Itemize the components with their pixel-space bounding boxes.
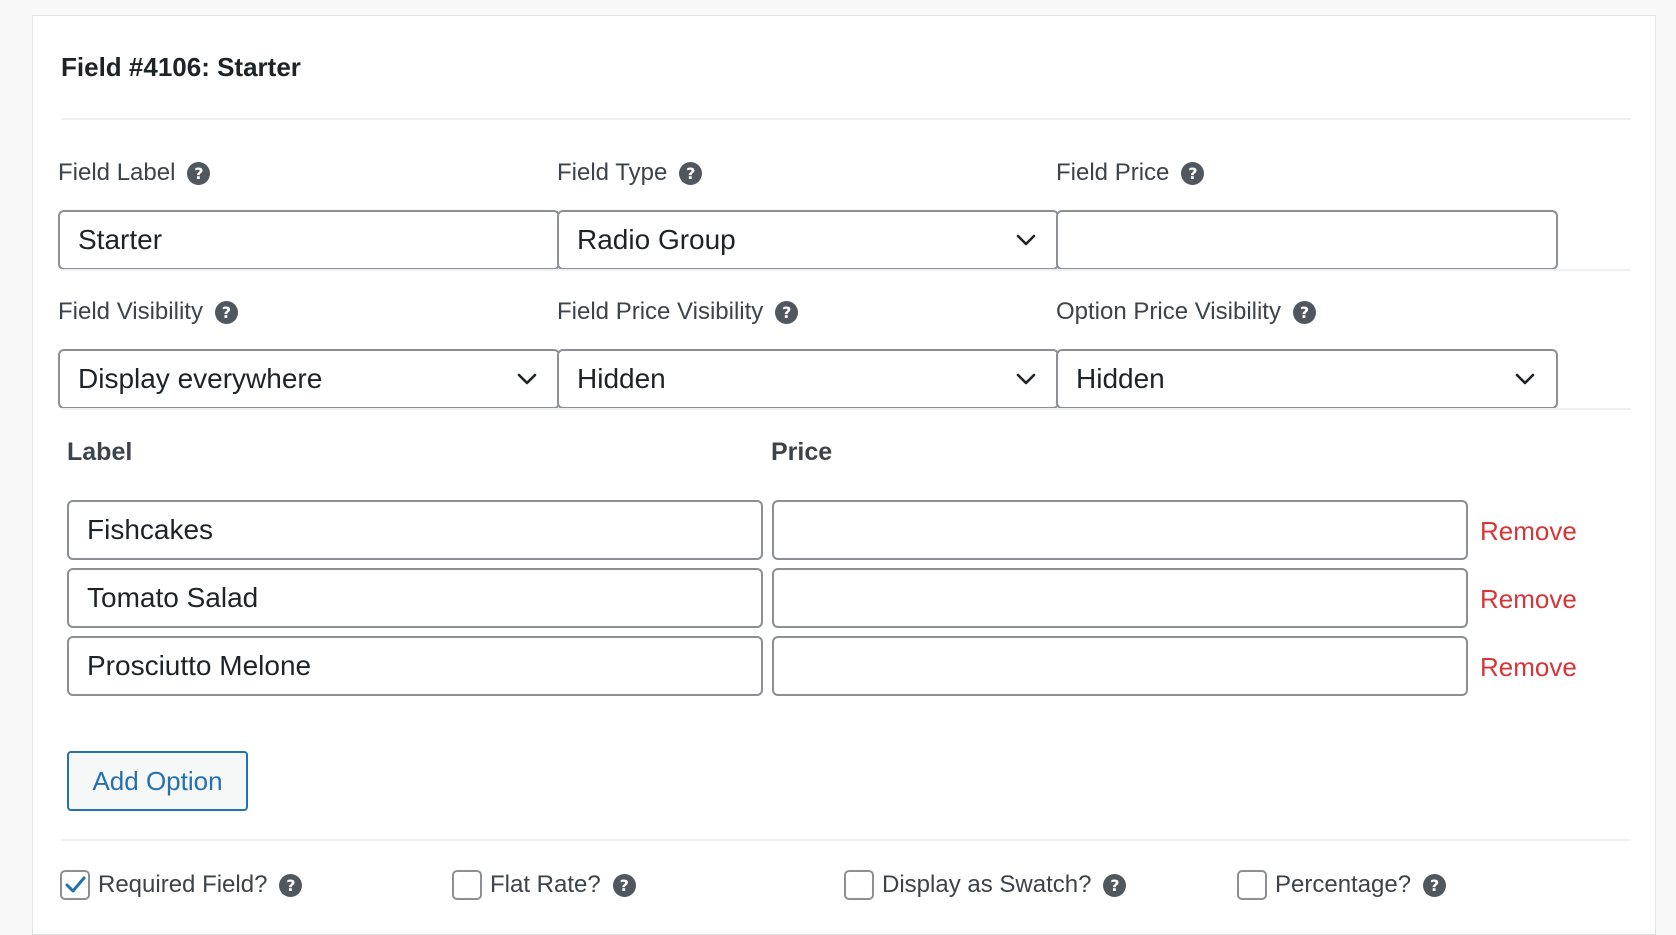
option-row: Fishcakes Remove xyxy=(67,500,1627,560)
chevron-down-icon xyxy=(1016,234,1036,246)
field-type-select[interactable]: Radio Group xyxy=(557,210,1059,270)
option-price-input[interactable] xyxy=(772,568,1468,628)
flat-rate-label: Flat Rate? xyxy=(490,871,601,898)
field-price-visibility-value: Hidden xyxy=(577,363,666,394)
field-price-visibility-caption: Field Price Visibility ? xyxy=(557,297,1059,327)
percentage-checkbox-group: Percentage? ? xyxy=(1237,870,1447,900)
field-label-caption-text: Field Label xyxy=(58,159,176,186)
field-editor-panel: Field #4106: Starter Field Label ? Start… xyxy=(32,15,1656,935)
chevron-down-icon xyxy=(517,373,537,385)
options-label-header: Label xyxy=(67,438,133,466)
help-icon[interactable]: ? xyxy=(1423,873,1447,897)
option-price-input[interactable] xyxy=(772,500,1468,560)
field-price-visibility-select[interactable]: Hidden xyxy=(557,349,1059,409)
add-option-button[interactable]: Add Option xyxy=(67,751,248,811)
help-icon[interactable]: ? xyxy=(1103,873,1127,897)
field-price-caption: Field Price ? xyxy=(1056,158,1558,188)
required-field-label: Required Field? xyxy=(98,871,268,898)
option-price-input[interactable] xyxy=(772,636,1468,696)
options-price-header: Price xyxy=(771,438,833,466)
divider xyxy=(61,269,1631,271)
display-as-swatch-label: Display as Swatch? xyxy=(882,871,1092,898)
checkmark-icon xyxy=(65,876,86,893)
required-field-checkbox[interactable] xyxy=(60,870,90,900)
field-price-visibility-caption-text: Field Price Visibility xyxy=(557,298,764,325)
option-price-visibility-value: Hidden xyxy=(1076,363,1165,394)
divider xyxy=(61,839,1631,841)
help-icon[interactable]: ? xyxy=(187,161,211,185)
field-visibility-select[interactable]: Display everywhere xyxy=(58,349,560,409)
field-visibility-group: Field Visibility ? Display everywhere xyxy=(58,297,560,409)
field-price-group: Field Price ? xyxy=(1056,158,1558,270)
field-label-input[interactable]: Starter xyxy=(58,210,560,270)
option-price-visibility-select[interactable]: Hidden xyxy=(1056,349,1558,409)
field-visibility-value: Display everywhere xyxy=(78,363,323,394)
field-type-caption: Field Type ? xyxy=(557,158,1059,188)
help-icon[interactable]: ? xyxy=(775,300,799,324)
percentage-checkbox[interactable] xyxy=(1237,870,1267,900)
divider xyxy=(61,408,1631,410)
help-icon[interactable]: ? xyxy=(1292,300,1316,324)
percentage-label: Percentage? xyxy=(1275,871,1412,898)
option-price-visibility-group: Option Price Visibility ? Hidden xyxy=(1056,297,1558,409)
option-price-visibility-caption: Option Price Visibility ? xyxy=(1056,297,1558,327)
field-title: Field #4106: Starter xyxy=(61,52,301,82)
remove-option-link[interactable]: Remove xyxy=(1480,584,1577,615)
help-icon[interactable]: ? xyxy=(214,300,238,324)
field-price-input[interactable] xyxy=(1056,210,1558,270)
field-type-value: Radio Group xyxy=(577,224,736,255)
chevron-down-icon xyxy=(1515,373,1535,385)
help-icon[interactable]: ? xyxy=(679,161,703,185)
display-as-swatch-checkbox[interactable] xyxy=(844,870,874,900)
field-visibility-caption-text: Field Visibility xyxy=(58,298,203,325)
field-label-value: Starter xyxy=(78,224,163,255)
help-icon[interactable]: ? xyxy=(612,873,636,897)
option-label-value: Tomato Salad xyxy=(87,582,259,613)
field-label-caption: Field Label ? xyxy=(58,158,560,188)
field-type-caption-text: Field Type xyxy=(557,159,668,186)
remove-option-link[interactable]: Remove xyxy=(1480,516,1577,547)
field-price-visibility-group: Field Price Visibility ? Hidden xyxy=(557,297,1059,409)
field-visibility-caption: Field Visibility ? xyxy=(58,297,560,327)
option-label-input[interactable]: Fishcakes xyxy=(67,500,763,560)
display-as-swatch-checkbox-group: Display as Swatch? ? xyxy=(844,870,1127,900)
option-row: Tomato Salad Remove xyxy=(67,568,1627,628)
option-label-value: Fishcakes xyxy=(87,514,214,545)
divider xyxy=(61,118,1631,120)
chevron-down-icon xyxy=(1016,373,1036,385)
option-row: Prosciutto Melone Remove xyxy=(67,636,1627,696)
required-field-checkbox-group: Required Field? ? xyxy=(60,870,303,900)
flat-rate-checkbox[interactable] xyxy=(452,870,482,900)
option-label-input[interactable]: Tomato Salad xyxy=(67,568,763,628)
field-price-caption-text: Field Price xyxy=(1056,159,1170,186)
flat-rate-checkbox-group: Flat Rate? ? xyxy=(452,870,636,900)
option-price-visibility-caption-text: Option Price Visibility xyxy=(1056,298,1281,325)
option-label-input[interactable]: Prosciutto Melone xyxy=(67,636,763,696)
remove-option-link[interactable]: Remove xyxy=(1480,652,1577,683)
help-icon[interactable]: ? xyxy=(279,873,303,897)
help-icon[interactable]: ? xyxy=(1181,161,1205,185)
field-type-group: Field Type ? Radio Group xyxy=(557,158,1059,270)
field-label-group: Field Label ? Starter xyxy=(58,158,560,270)
option-label-value: Prosciutto Melone xyxy=(87,650,312,681)
